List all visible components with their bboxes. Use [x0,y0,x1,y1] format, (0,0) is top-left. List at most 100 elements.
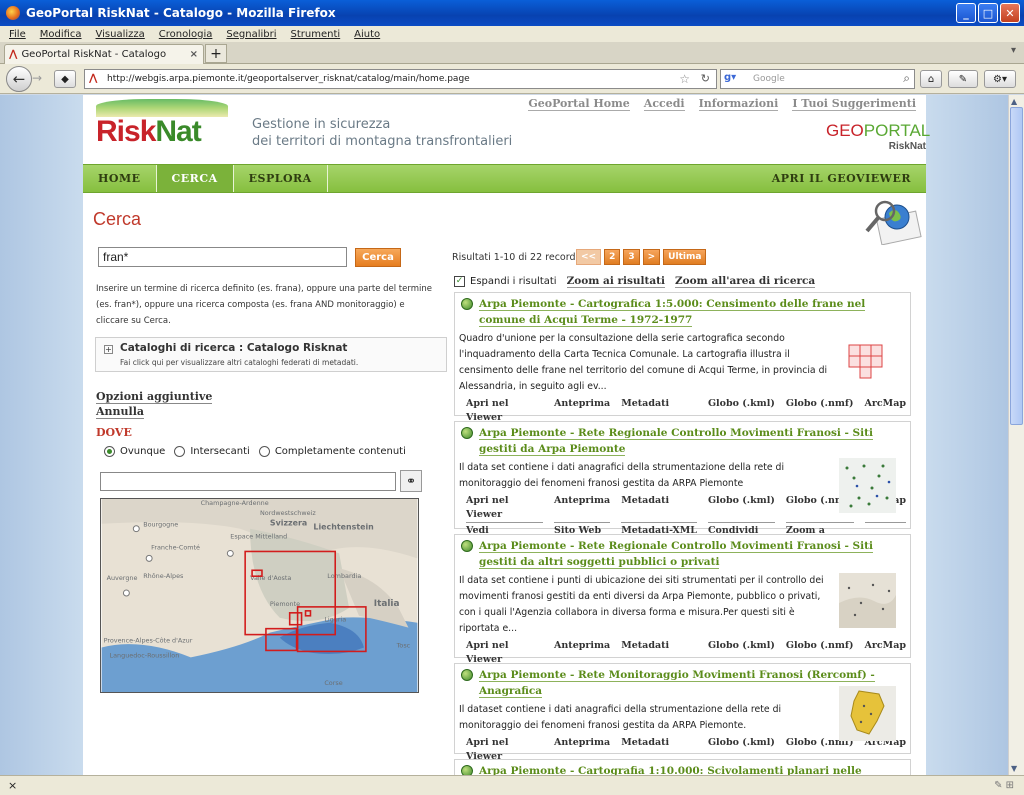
scroll-up-icon[interactable]: ▲ [1011,97,1017,106]
expand-results-checkbox[interactable]: ✓ [454,276,465,287]
map-label-mittelland: Espace Mittelland [230,533,287,541]
result-description: Quadro d'unione per la consultazione del… [459,333,828,392]
radio-intersecanti-icon[interactable] [174,446,186,457]
tab-risknat-catalogo[interactable]: ⋀ GeoPortal RiskNat - Catalogo × [4,44,204,64]
risknat-page: RiskNat Gestione in sicurezza dei territ… [83,95,931,775]
radio-contenuti-icon[interactable] [258,446,270,457]
options-links: Opzioni aggiuntive Annulla [96,389,213,419]
page-3-button[interactable]: 3 [623,249,640,265]
link-geoportal-home[interactable]: GeoPortal Home [528,97,630,111]
nav-cerca[interactable]: CERCA [156,165,234,192]
menu-segnalibri[interactable]: Segnalibri [226,29,276,40]
scroll-down-icon[interactable]: ▼ [1011,764,1017,773]
result-card: Arpa Piemonte - Cartografia 1:10.000: Sc… [454,759,911,775]
link-metadati[interactable]: Metadati [621,494,697,523]
expand-plus-icon[interactable]: + [104,345,113,354]
page-next-button[interactable]: > [642,249,661,265]
map-label-franche-comte: Franche-Comté [151,543,200,551]
reload-icon[interactable]: ↻ [701,72,710,85]
page-2-button[interactable]: 2 [604,249,621,265]
result-thumbnail[interactable] [839,573,896,628]
menu-modifica[interactable]: Modifica [40,29,82,40]
status-close-icon[interactable]: × [8,779,17,792]
result-thumbnail[interactable] [839,339,896,394]
new-tab-button[interactable]: + [205,44,227,63]
results-list: Arpa Piemonte - Cartografica 1:5.000: Ce… [454,292,911,775]
menu-visualizza[interactable]: Visualizza [96,29,145,40]
google-icon[interactable]: g▾ [724,72,738,86]
result-thumbnail[interactable] [839,458,896,513]
where-label: DOVE [96,426,132,439]
catalog-selector[interactable]: + Cataloghi di ricerca : Catalogo Riskna… [95,337,447,372]
link-globo-kml[interactable]: Globo (.kml) [707,494,775,523]
addon-icon[interactable]: ✎ [948,70,978,88]
result-card: Arpa Piemonte - Rete Regionale Controllo… [454,534,911,684]
menu-cronologia[interactable]: Cronologia [159,29,213,40]
tab-list-icon[interactable]: ▾ [1011,45,1016,56]
minimize-button[interactable]: _ [956,3,976,23]
page-prev-button[interactable]: << [576,249,602,265]
map-label-nordwestschweiz: Nordwestschweiz [260,509,316,517]
tools-icon[interactable]: ⚙▾ [984,70,1016,88]
result-title[interactable]: Arpa Piemonte - Cartografia 1:10.000: Sc… [459,763,906,775]
page-scrollbar[interactable]: ▲ ▼ [1008,95,1024,775]
radio-ovunque[interactable]: Ovunque [104,446,165,457]
risknat-logo[interactable]: RiskNat [96,115,202,149]
location-input[interactable] [100,472,396,491]
risknat-favicon-icon: ⋀ [9,49,18,60]
link-suggerimenti[interactable]: I Tuoi Suggerimenti [792,97,916,111]
result-title[interactable]: Arpa Piemonte - Rete Regionale Controllo… [459,538,906,570]
result-thumbnail[interactable] [839,686,896,741]
map-label-rhone-alpes: Rhône-Alpes [143,572,184,580]
search-input[interactable]: fran* [98,247,347,267]
map-label-liechtenstein: Liechtenstein [313,523,374,532]
home-icon[interactable]: ⌂ [920,70,942,88]
search-button[interactable]: Cerca [355,248,401,267]
url-bar[interactable]: ⋀ http://webgis.arpa.piemonte.it/geoport… [84,69,717,89]
map-label-auvergne: Auvergne [107,574,138,582]
menu-file[interactable]: File [9,29,26,40]
link-annulla[interactable]: Annulla [96,405,145,419]
zoom-area-link[interactable]: Zoom all'area di ricerca [675,275,816,288]
globe-icon [461,540,473,552]
maximize-button[interactable]: □ [978,3,998,23]
tab-label: GeoPortal RiskNat - Catalogo [21,49,167,60]
binoculars-icon[interactable]: ⚭ [400,470,422,492]
link-accedi[interactable]: Accedi [643,97,685,111]
tab-close-icon[interactable]: × [190,49,198,60]
link-informazioni[interactable]: Informazioni [698,97,779,111]
search-icon[interactable]: ⌕ [903,71,910,86]
menu-aiuto[interactable]: Aiuto [354,29,380,40]
zoom-results-link[interactable]: Zoom ai risultati [566,275,666,288]
radio-contenuti[interactable]: Completamente contenuti [258,446,406,457]
nav-apri-geoviewer[interactable]: APRI IL GEOVIEWER [757,165,926,192]
main-navigation: HOME CERCA ESPLORA APRI IL GEOVIEWER [83,164,926,193]
geoportal-logo: GEOPORTAL RiskNat [826,121,931,152]
page-last-button[interactable]: Ultima [663,249,707,265]
search-area-map[interactable]: Champagne-Ardenne Nordwestschweiz Bourgo… [100,498,419,693]
radio-ovunque-icon[interactable] [104,446,115,457]
radio-intersecanti[interactable]: Intersecanti [174,446,250,457]
result-title[interactable]: Arpa Piemonte - Rete Regionale Controllo… [459,425,906,457]
bookmark-star-icon[interactable]: ☆ [679,72,690,86]
pagination: << 2 3 > Ultima [576,249,707,265]
search-globe-icon [865,200,922,245]
close-window-button[interactable]: ✕ [1000,3,1020,23]
map-label-svizzera: Svizzera [270,519,307,528]
result-title[interactable]: Arpa Piemonte - Cartografica 1:5.000: Ce… [459,296,906,328]
link-anteprima[interactable]: Anteprima [554,494,611,523]
status-addon-icon[interactable]: ✎ ⊞ [994,780,1014,791]
identity-icon[interactable]: ◆ [54,70,76,88]
result-description: Il data set contiene i punti di ubicazio… [459,575,824,634]
nav-home[interactable]: HOME [83,165,157,192]
back-button[interactable]: ← [6,66,32,92]
link-opzioni-aggiuntive[interactable]: Opzioni aggiuntive [96,390,213,404]
nav-esplora[interactable]: ESPLORA [234,165,328,192]
result-description: Il data set contiene i dati anagrafici d… [459,462,785,489]
menu-strumenti[interactable]: Strumenti [291,29,341,40]
forward-button[interactable]: → [32,71,42,85]
link-apri-viewer[interactable]: Apri nel Viewer [466,494,544,523]
scrollbar-thumb[interactable] [1010,107,1023,425]
search-engine-box[interactable]: g▾ Google ⌕ [720,69,915,89]
firefox-logo-icon [6,6,20,20]
